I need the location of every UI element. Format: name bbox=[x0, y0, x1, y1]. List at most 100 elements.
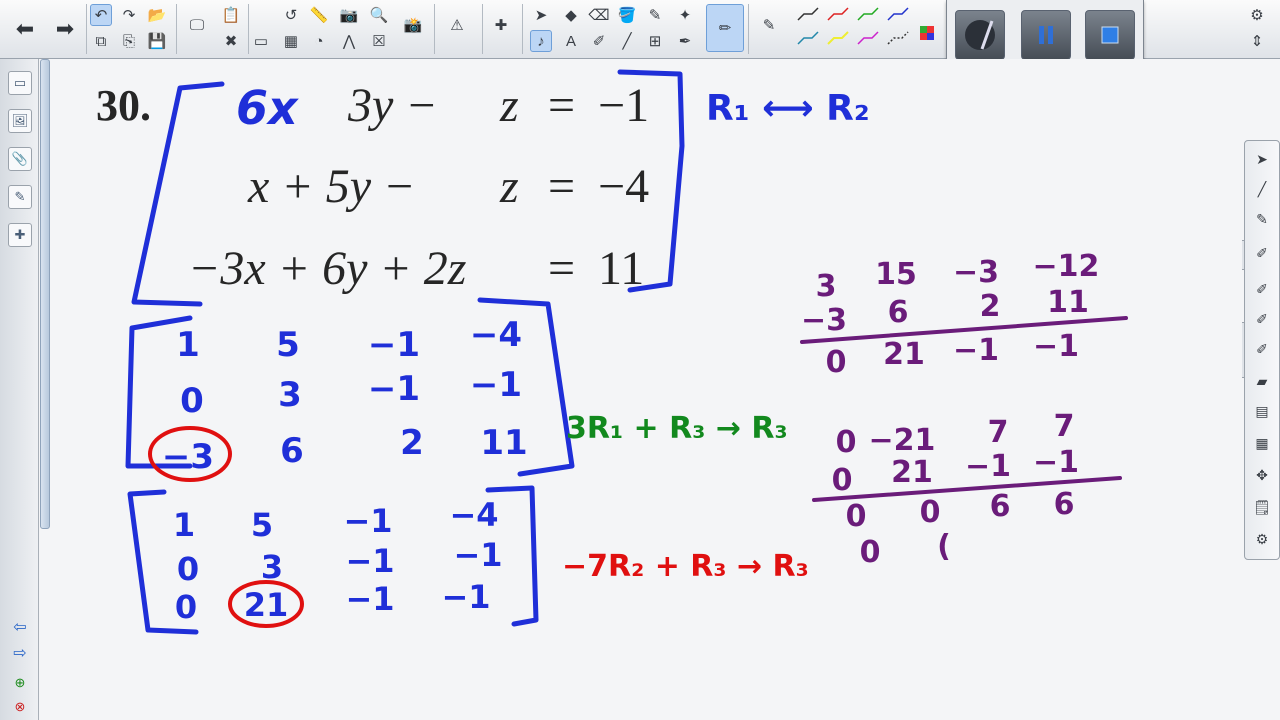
w2-b0: 0 bbox=[832, 463, 853, 498]
creative-pen-icon[interactable]: ♪ bbox=[530, 30, 552, 52]
m2-r1c0: 0 bbox=[177, 550, 199, 588]
protractor-icon[interactable]: ◔ bbox=[308, 30, 330, 52]
ruler-icon[interactable]: 📏 bbox=[308, 4, 330, 26]
highlighter-icon[interactable]: ✐ bbox=[588, 30, 610, 52]
eq1-term-x: 6x bbox=[236, 81, 299, 135]
w1-b0: −3 bbox=[801, 303, 847, 338]
table-tool-icon[interactable]: ⊞ bbox=[644, 30, 666, 52]
document-camera-icon[interactable]: 📷 bbox=[338, 4, 360, 26]
calculator-icon[interactable]: ▦ bbox=[1250, 431, 1274, 455]
w2-a2: 7 bbox=[988, 415, 1009, 450]
line-icon[interactable]: ╱ bbox=[616, 30, 638, 52]
pen-properties-icon[interactable]: ✎ bbox=[758, 14, 780, 36]
settings-icon[interactable]: ⚙ bbox=[1250, 527, 1274, 551]
pen-red-icon[interactable]: ✐ bbox=[1250, 241, 1274, 265]
m2-r1c2: −1 bbox=[345, 542, 394, 580]
problem-number: 30. bbox=[96, 81, 151, 130]
add-ons-tab-icon[interactable]: ✚ bbox=[8, 223, 32, 247]
m1-r0c2: −1 bbox=[368, 325, 420, 365]
table-icon[interactable]: ▦ bbox=[280, 30, 302, 52]
select-arrow-icon[interactable]: ➤ bbox=[530, 4, 552, 26]
vertical-scrollbar[interactable] bbox=[40, 59, 50, 529]
attachments-icon[interactable]: 📎 bbox=[8, 147, 32, 171]
pen-blue-icon[interactable]: ✎ bbox=[1250, 207, 1274, 231]
pen-purple-icon[interactable]: ✐ bbox=[1250, 307, 1274, 331]
eq3-left: −3x + 6y + 2z bbox=[188, 242, 467, 295]
m2-r0c2: −1 bbox=[343, 502, 392, 540]
page-sorter-icon[interactable]: ▭ bbox=[8, 71, 32, 95]
m1-r0c0: 1 bbox=[176, 325, 200, 365]
line-tool-icon[interactable]: ╱ bbox=[1250, 177, 1274, 201]
w2-s1: 0 bbox=[920, 495, 941, 530]
m2-r1c3: −1 bbox=[453, 536, 502, 574]
w1-s2: −1 bbox=[953, 333, 999, 368]
no-signal-icon[interactable]: ⚠ bbox=[446, 14, 468, 36]
forward-arrow-icon[interactable]: ➡ bbox=[50, 14, 80, 44]
w2-a3: 7 bbox=[1054, 409, 1075, 444]
eraser-icon[interactable]: ⌫ bbox=[588, 4, 610, 26]
m2-r2c0: 0 bbox=[175, 588, 197, 626]
pen-thickness-button[interactable] bbox=[955, 10, 1005, 60]
redo-icon[interactable]: ↷ bbox=[118, 4, 140, 26]
eq1-term-z: z bbox=[499, 79, 519, 132]
previous-page-icon[interactable]: ⇦ bbox=[8, 615, 32, 639]
add-page-icon[interactable]: ⊕ bbox=[8, 671, 32, 695]
fill-icon[interactable]: 🪣 bbox=[616, 4, 638, 26]
zoom-icon[interactable]: 🔍 bbox=[368, 4, 390, 26]
eq2-term-z: z bbox=[499, 160, 519, 213]
w1-s3: −1 bbox=[1033, 329, 1079, 364]
w2-a1: −21 bbox=[869, 423, 936, 458]
move-icon[interactable]: ✥ bbox=[1250, 463, 1274, 487]
highlighter-yellow-icon[interactable]: ▰ bbox=[1250, 369, 1274, 393]
screen-display-icon[interactable]: 🖵 bbox=[186, 14, 208, 36]
shapes-icon[interactable]: ◆ bbox=[560, 4, 582, 26]
pen-style-palette[interactable] bbox=[794, 4, 944, 54]
next-page-icon[interactable]: ⇨ bbox=[8, 641, 32, 665]
properties-icon[interactable]: ✎ bbox=[8, 185, 32, 209]
text-icon[interactable]: A bbox=[560, 30, 582, 52]
stop-button[interactable] bbox=[1085, 10, 1135, 60]
calligraphy-pen-icon[interactable]: ✒ bbox=[674, 30, 696, 52]
m2-r2c1: 21 bbox=[244, 586, 289, 624]
delete-icon[interactable]: ✖ bbox=[220, 30, 242, 52]
pen-icon[interactable]: ✎ bbox=[644, 4, 666, 26]
paste-special-icon[interactable]: 📋 bbox=[220, 4, 242, 26]
back-arrow-icon[interactable]: ⬅ bbox=[10, 14, 40, 44]
eq1-rhs: −1 bbox=[598, 79, 649, 132]
copy-page-icon[interactable]: ⧉ bbox=[90, 30, 112, 52]
gear-icon[interactable]: ⚙ bbox=[1246, 4, 1268, 26]
undo-icon[interactable]: ↶ bbox=[90, 4, 112, 26]
select-icon[interactable]: ➤ bbox=[1250, 147, 1274, 171]
magic-pen-icon[interactable]: ✦ bbox=[674, 4, 696, 26]
screen-shade-icon[interactable]: ▭ bbox=[250, 30, 272, 52]
m1-r2c1: 6 bbox=[280, 431, 304, 471]
m1-r1c2: −1 bbox=[368, 369, 420, 409]
capture-icon[interactable]: 📸 bbox=[402, 14, 424, 36]
m2-r0c1: 5 bbox=[251, 506, 273, 544]
pause-button[interactable] bbox=[1021, 10, 1071, 60]
gallery-icon[interactable]: 🖼 bbox=[8, 109, 32, 133]
close-box-icon[interactable]: ☒ bbox=[368, 30, 390, 52]
add-ons-icon[interactable]: ✚ bbox=[490, 14, 512, 36]
m1-r2c2: 2 bbox=[400, 423, 424, 463]
pen-tool-active-icon[interactable]: ✏ bbox=[706, 4, 744, 52]
notes-icon[interactable]: 🗒 bbox=[1250, 495, 1274, 519]
open-file-icon[interactable]: 📂 bbox=[146, 4, 168, 26]
rotate-icon[interactable]: ↺ bbox=[280, 4, 302, 26]
paste-icon[interactable]: ⎘ bbox=[118, 30, 140, 52]
w2-b3: −1 bbox=[1033, 445, 1079, 480]
delete-page-icon[interactable]: ⊗ bbox=[8, 695, 32, 719]
screen-capture-icon[interactable]: ▤ bbox=[1250, 399, 1274, 423]
w1-b1: 6 bbox=[888, 295, 909, 330]
pen-green-icon[interactable]: ✐ bbox=[1250, 337, 1274, 361]
swap-annotation: R₁ ⟷ R₂ bbox=[706, 88, 870, 129]
pen-multi-icon[interactable]: ✐ bbox=[1250, 277, 1274, 301]
toolbar-position-icon[interactable]: ⇕ bbox=[1246, 30, 1268, 52]
whiteboard-canvas[interactable]: 30. 3y − z = −1 x + 5y − z = −4 −3x + 6y… bbox=[52, 59, 1242, 720]
m1-r2c3: 11 bbox=[480, 423, 527, 463]
w1-a0: 3 bbox=[816, 269, 837, 304]
save-icon[interactable]: 💾 bbox=[146, 30, 168, 52]
m2-r0c0: 1 bbox=[173, 506, 195, 544]
m1-r1c0: 0 bbox=[180, 381, 204, 421]
compass-icon[interactable]: ⋀ bbox=[338, 30, 360, 52]
